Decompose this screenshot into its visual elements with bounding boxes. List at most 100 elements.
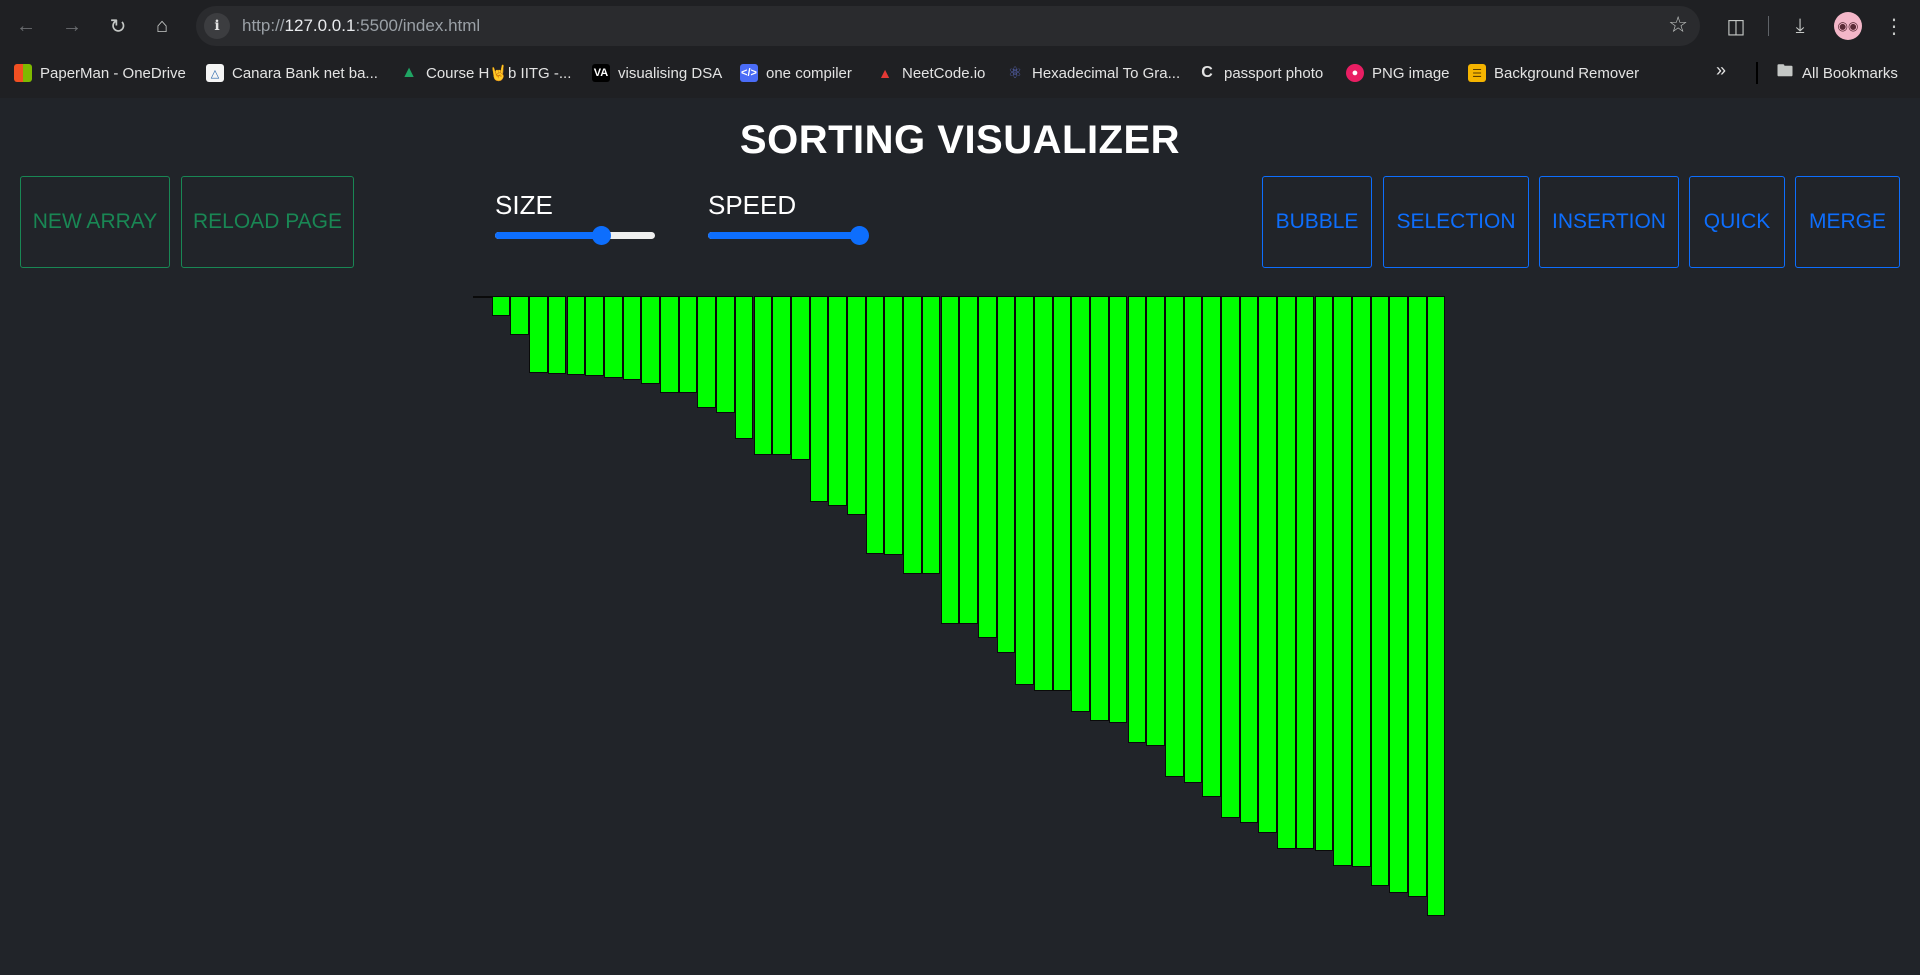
bookmark-item[interactable]: </> one compiler [740,58,852,88]
speed-label: SPEED [708,190,797,220]
all-bookmarks[interactable]: 🖿 All Bookmarks [1776,58,1898,88]
bookmark-item[interactable]: ▲ NeetCode.io [876,58,985,88]
png-icon: ● [1346,64,1364,82]
bookmark-item[interactable]: ● PNG image [1346,58,1450,88]
array-bar [678,296,698,393]
array-bar [1295,296,1315,849]
extensions-icon[interactable]: ◫ [1718,8,1754,44]
download-icon[interactable]: ⤓ [1782,8,1818,44]
drive-icon: ▲ [401,64,417,81]
bookmark-item[interactable]: PaperMan - OneDrive [14,58,186,88]
all-bookmarks-label: All Bookmarks [1802,64,1898,82]
array-bar [1277,296,1296,849]
bookmark-item[interactable]: △ Canara Bank net ba... [206,58,378,88]
array-bar [585,296,604,376]
bubble-sort-button[interactable]: BUBBLE [1262,176,1372,268]
url-text[interactable]: http://127.0.0.1:5500/index.html [242,16,480,36]
array-bar [1221,296,1240,818]
microsoft-icon [14,64,32,82]
bookmark-item[interactable]: ⚛ Hexadecimal To Gra... [1006,58,1180,88]
bookmark-label: Canara Bank net ba... [232,64,378,82]
site-info-icon[interactable]: i [204,13,230,39]
new-array-button[interactable]: NEW ARRAY [20,176,170,268]
array-bar [1071,296,1091,712]
merge-sort-button[interactable]: MERGE [1795,176,1900,268]
toolbar-separator [1768,16,1769,36]
browser-toolbar: ← → ↻ ⌂ i http://127.0.0.1:5500/index.ht… [0,0,1920,52]
array-bar [772,296,791,455]
url-host: 127.0.0.1 [284,16,356,35]
bookmarks-separator [1756,62,1758,84]
profile-avatar[interactable]: ◉◉ [1834,12,1862,40]
size-label: SIZE [495,190,553,220]
folder-icon: 🖿 [1776,62,1793,80]
array-bar [847,296,866,515]
layers-icon: ☰ [1468,64,1486,82]
slider-thumb[interactable] [850,226,869,245]
code-icon: </> [740,64,758,82]
bookmark-label: PaperMan - OneDrive [40,64,186,82]
array-bar [977,296,997,638]
bookmark-item[interactable]: VA visualising DSA [592,58,722,88]
array-bar [1239,296,1259,823]
quick-sort-button[interactable]: QUICK [1689,176,1785,268]
array-bar [1127,296,1147,743]
bookmark-label: PNG image [1372,64,1450,82]
bookmark-item[interactable]: C passport photo [1198,58,1323,88]
array-bar [566,296,586,375]
array-bar [809,296,829,502]
array-bar [1408,296,1427,897]
page-title: SORTING VISUALIZER [739,118,1181,162]
bookmark-label: NeetCode.io [902,64,986,82]
more-bookmarks-icon[interactable]: » [1716,60,1726,81]
array-bar [1034,296,1053,691]
array-bar [660,296,679,393]
canara-icon: △ [206,64,224,82]
array-bars [473,296,1449,936]
browser-chrome: ← → ↻ ⌂ i http://127.0.0.1:5500/index.ht… [0,0,1920,98]
array-bar [547,296,567,374]
page-content: SORTING VISUALIZER NEW ARRAY RELOAD PAGE… [0,98,1920,975]
reload-page-button[interactable]: RELOAD PAGE [181,176,354,268]
array-bar [1164,296,1184,777]
array-bar [1183,296,1203,783]
array-bar [1202,296,1221,797]
bookmark-label: visualising DSA [618,64,723,82]
va-icon: VA [592,64,610,82]
array-bar [1090,296,1109,721]
array-bar [1015,296,1034,685]
bookmark-item[interactable]: ▲ Course H🤘b IITG -... [400,58,571,88]
bookmark-label: Background Remover [1494,64,1640,82]
array-bar [1351,296,1371,867]
array-bar [1146,296,1165,746]
array-bar [865,296,885,554]
back-icon[interactable]: ← [8,8,44,44]
reload-icon[interactable]: ↻ [100,8,136,44]
array-bar [1370,296,1390,886]
array-bar [884,296,904,555]
home-icon[interactable]: ⌂ [144,8,180,44]
bookmark-label: passport photo [1224,64,1324,82]
array-bar [828,296,847,506]
insertion-sort-button[interactable]: INSERTION [1539,176,1679,268]
array-bar [996,296,1016,653]
array-bar [510,296,530,335]
url-prefix: http:// [242,16,285,35]
bookmark-star-icon[interactable]: ☆ [1668,12,1688,38]
size-slider[interactable] [495,226,655,245]
bookmark-label: Hexadecimal To Gra... [1032,64,1181,82]
array-bar [1314,296,1334,851]
selection-sort-button[interactable]: SELECTION [1383,176,1529,268]
bookmark-item[interactable]: ☰ Background Remover [1468,58,1639,88]
menu-icon[interactable]: ⋮ [1876,8,1912,44]
forward-icon[interactable]: → [54,8,90,44]
address-bar[interactable]: i http://127.0.0.1:5500/index.html ☆ [196,6,1700,46]
array-bar [1389,296,1408,893]
array-bar [622,296,642,380]
c-icon: C [1201,64,1213,81]
array-bar [491,296,511,316]
array-bar [1426,296,1446,916]
array-bar [1108,296,1128,723]
speed-slider[interactable] [708,226,869,245]
slider-thumb[interactable] [592,226,611,245]
